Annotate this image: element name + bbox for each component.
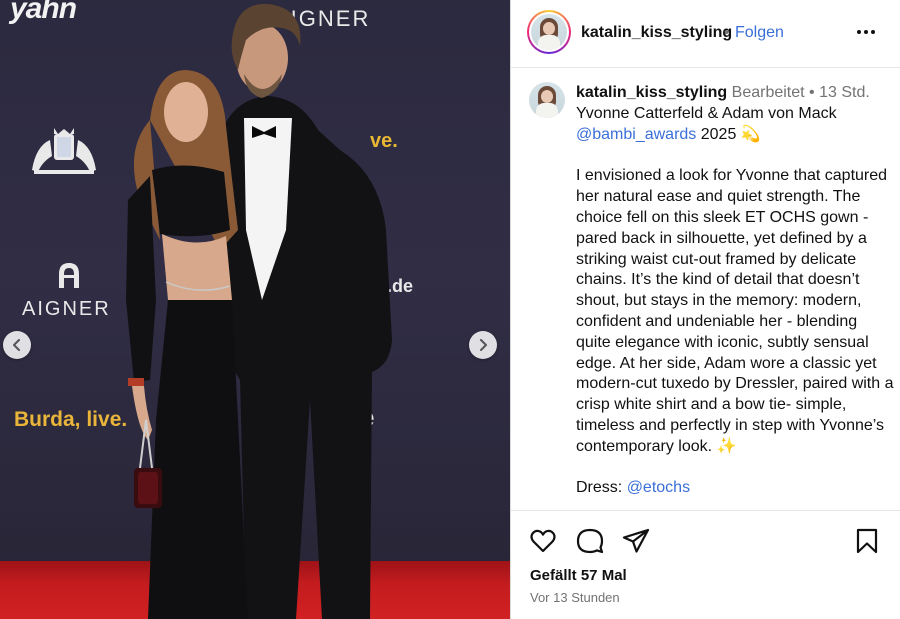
header-username[interactable]: katalin_kiss_styling [581, 24, 732, 42]
caption-scroll-fade [511, 494, 900, 510]
caption-area: katalin_kiss_styling Bearbeitet • 13 Std… [511, 68, 900, 510]
follow-button[interactable]: Folgen [735, 24, 784, 42]
post-timestamp[interactable]: Vor 13 Stunden [530, 590, 620, 605]
previous-image-button[interactable] [3, 331, 31, 359]
couple-photo [126, 3, 392, 619]
chevron-right-icon [480, 339, 487, 351]
caption-text: Yvonne Catterfeld & Adam von Mack @bambi… [576, 104, 894, 499]
caption-title: Yvonne Catterfeld & Adam von Mack @bambi… [576, 104, 894, 146]
header-separator: • [724, 24, 730, 41]
caption-title-line: Yvonne Catterfeld & Adam von Mack [576, 105, 837, 122]
post-sidebar: katalin_kiss_styling • Folgen katalin_ki… [510, 0, 900, 619]
dizzy-emoji: 💫 [740, 125, 761, 143]
post-header: katalin_kiss_styling • Folgen [511, 0, 900, 68]
caption-avatar[interactable] [529, 82, 565, 118]
mention-bambi-awards[interactable]: @bambi_awards [576, 126, 696, 143]
more-options-button[interactable] [851, 20, 881, 44]
likes-count[interactable]: Gefällt 57 Mal [530, 567, 627, 584]
meta-separator: • [804, 84, 820, 101]
share-icon[interactable] [622, 527, 650, 555]
avatar [531, 14, 567, 50]
more-horizontal-icon [857, 30, 875, 34]
chevron-left-icon [13, 339, 20, 351]
caption-paragraph: I envisioned a look for Yvonne that capt… [576, 166, 894, 457]
next-image-button[interactable] [469, 331, 497, 359]
bookmark-icon[interactable] [853, 527, 881, 555]
edited-label: Bearbeitet [731, 84, 805, 101]
caption-paragraph-text: I envisioned a look for Yvonne that capt… [576, 167, 894, 455]
caption-year: 2025 [700, 125, 737, 143]
comment-icon[interactable] [576, 527, 604, 555]
caption-time[interactable]: 13 Std. [819, 84, 870, 101]
caption-meta: katalin_kiss_styling Bearbeitet • 13 Std… [576, 84, 870, 102]
post-actions: Gefällt 57 Mal Vor 13 Stunden [511, 510, 900, 619]
sparkles-emoji: ✨ [716, 437, 737, 455]
caption-username[interactable]: katalin_kiss_styling [576, 84, 727, 101]
post-image[interactable]: yahn AIGNER ve. AIGNER n.de Burda, live.… [0, 0, 510, 619]
story-avatar[interactable] [527, 10, 571, 54]
heart-icon[interactable] [529, 527, 557, 555]
